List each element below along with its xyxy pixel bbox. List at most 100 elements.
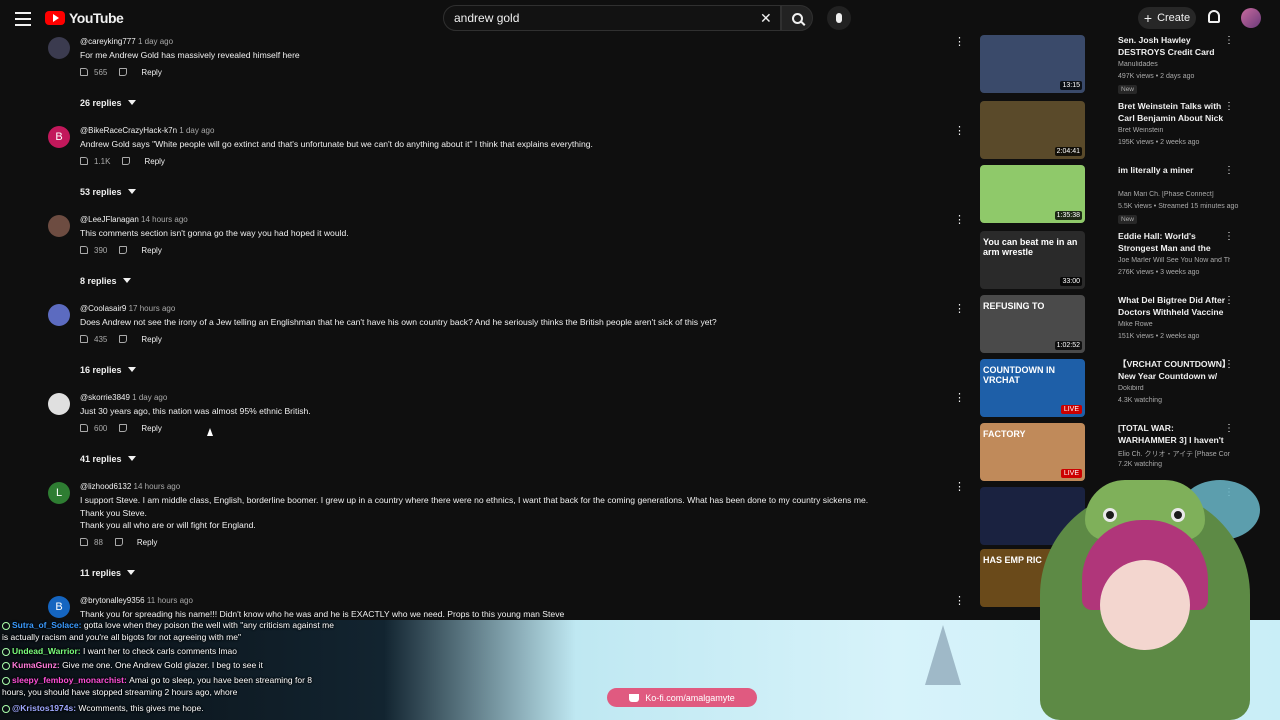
like-icon[interactable]	[80, 538, 88, 546]
view-replies-button[interactable]: 53 replies	[80, 187, 136, 197]
chat-username[interactable]: Undead_Warrior:	[12, 646, 83, 656]
video-more-icon[interactable]: ⋮	[1224, 101, 1234, 112]
like-icon[interactable]	[80, 157, 88, 165]
chat-username[interactable]: Sutra_of_Solace:	[12, 620, 84, 630]
commenter-avatar[interactable]	[48, 393, 70, 415]
comment-more-icon[interactable]: ⋮	[954, 596, 965, 607]
chat-username[interactable]: @Kristos1974s:	[12, 703, 78, 713]
video-more-icon[interactable]: ⋮	[1224, 231, 1234, 242]
video-title[interactable]: What Del Bigtree Did After Doctors Withh…	[1118, 295, 1230, 319]
like-icon[interactable]	[80, 335, 88, 343]
video-title[interactable]: Eddie Hall: World's Strongest Man and th…	[1118, 231, 1230, 255]
comment-time[interactable]: 14 hours ago	[139, 215, 188, 224]
related-video-card[interactable]: 1:35:38 im literally a miner Mari Mari Ch.…	[980, 165, 1238, 225]
video-channel[interactable]: Dokibird	[1118, 385, 1230, 392]
video-more-icon[interactable]: ⋮	[1224, 295, 1234, 306]
dislike-icon[interactable]	[119, 246, 128, 254]
video-channel[interactable]: Joe Marler Will See You Now and The Go..…	[1118, 257, 1230, 264]
comment-more-icon[interactable]: ⋮	[954, 126, 965, 137]
comment-time[interactable]: 1 day ago	[177, 126, 214, 135]
related-video-card[interactable]: COUNTDOWN IN VRCHAT LIVE 【VRCHAT COUNTDOWN…	[980, 359, 1234, 419]
reply-button[interactable]: Reply	[144, 157, 164, 166]
comment-more-icon[interactable]: ⋮	[954, 37, 965, 48]
comment-more-icon[interactable]: ⋮	[954, 482, 965, 493]
comment-time[interactable]: 11 hours ago	[145, 596, 193, 605]
video-title[interactable]: [TOTAL WAR: WARHAMMER 3] I haven't playe…	[1118, 423, 1230, 447]
hamburger-menu-icon[interactable]	[12, 8, 34, 30]
video-channel[interactable]: Manulidades	[1118, 61, 1230, 68]
comment-text-line: I support Steve. I am middle class, Engl…	[80, 495, 869, 505]
comment-author[interactable]: @Coolasair9	[80, 304, 126, 313]
video-more-icon[interactable]: ⋮	[1224, 359, 1234, 370]
comment-author[interactable]: @lizhood6132	[80, 482, 131, 491]
comment-author[interactable]: @careyking777	[80, 37, 136, 46]
view-replies-button[interactable]: 41 replies	[80, 454, 136, 464]
related-video-card[interactable]: 13:15 Sen. Josh Hawley DESTROYS Credit Ca…	[980, 35, 1234, 95]
chat-username[interactable]: sleepy_femboy_monarchist:	[12, 675, 129, 685]
reply-button[interactable]: Reply	[141, 68, 161, 77]
reply-button[interactable]: Reply	[141, 424, 161, 433]
reply-button[interactable]: Reply	[137, 538, 157, 547]
video-thumbnail[interactable]: REFUSING TO 1:02:52	[980, 295, 1085, 353]
account-avatar[interactable]	[1241, 8, 1261, 28]
comment-time[interactable]: 17 hours ago	[126, 304, 176, 313]
commenter-avatar[interactable]	[48, 304, 70, 326]
comment-more-icon[interactable]: ⋮	[954, 215, 965, 226]
video-more-icon[interactable]: ⋮	[1224, 423, 1234, 434]
reply-button[interactable]: Reply	[141, 335, 161, 344]
comment-author[interactable]: @skorrie3849	[80, 393, 130, 402]
create-button[interactable]: + Create	[1138, 7, 1196, 29]
video-channel[interactable]: Bret Weinstein	[1118, 127, 1230, 134]
youtube-logo[interactable]: YouTube	[45, 10, 124, 26]
comment-more-icon[interactable]: ⋮	[954, 393, 965, 404]
dislike-icon[interactable]	[119, 424, 128, 432]
chat-username[interactable]: KumaGunz:	[12, 660, 62, 670]
notifications-bell-icon[interactable]	[1208, 10, 1220, 23]
dislike-icon[interactable]	[119, 335, 128, 343]
commenter-avatar[interactable]: B	[48, 596, 70, 618]
like-icon[interactable]	[80, 68, 88, 76]
video-thumbnail[interactable]: COUNTDOWN IN VRCHAT LIVE	[980, 359, 1085, 417]
view-replies-button[interactable]: 16 replies	[80, 365, 136, 375]
commenter-avatar[interactable]	[48, 215, 70, 237]
commenter-avatar[interactable]: L	[48, 482, 70, 504]
related-video-card[interactable]: You can beat me in an arm wrestle 33:00 Ed…	[980, 231, 1234, 291]
video-channel[interactable]: Elio Ch. クリオ・アイテ [Phase Connect]	[1118, 449, 1230, 459]
comment-author[interactable]: @brytonalley9356	[80, 596, 145, 605]
reply-button[interactable]: Reply	[141, 246, 161, 255]
like-icon[interactable]	[80, 424, 88, 432]
comment-author[interactable]: @LeeJFlanagan	[80, 215, 139, 224]
dislike-icon[interactable]	[114, 538, 123, 546]
related-video-card[interactable]: REFUSING TO 1:02:52 What Del Bigtree Did A…	[980, 295, 1234, 355]
related-video-card[interactable]: 2:04:41 Bret Weinstein Talks with Carl Be…	[980, 101, 1234, 161]
like-icon[interactable]	[80, 246, 88, 254]
dislike-icon[interactable]	[119, 68, 128, 76]
comment-more-icon[interactable]: ⋮	[954, 304, 965, 315]
video-channel[interactable]: Mike Rowe	[1118, 321, 1230, 328]
video-thumbnail[interactable]: You can beat me in an arm wrestle 33:00	[980, 231, 1085, 289]
video-channel[interactable]: Mari Mari Ch. [Phase Connect]	[1118, 191, 1230, 198]
video-thumbnail[interactable]: 13:15	[980, 35, 1085, 93]
search-button[interactable]	[781, 5, 813, 31]
video-title[interactable]: im literally a miner	[1118, 165, 1230, 177]
video-more-icon[interactable]: ⋮	[1224, 35, 1234, 46]
clear-search-icon[interactable]: ✕	[760, 10, 772, 27]
commenter-avatar[interactable]	[48, 37, 70, 59]
voice-search-button[interactable]	[827, 6, 851, 30]
dislike-icon[interactable]	[122, 157, 131, 165]
commenter-avatar[interactable]: B	[48, 126, 70, 148]
comment-time[interactable]: 14 hours ago	[131, 482, 181, 491]
view-replies-button[interactable]: 11 replies	[80, 568, 136, 578]
comment-time[interactable]: 1 day ago	[130, 393, 167, 402]
search-input[interactable]: andrew gold	[443, 5, 781, 31]
comment-time[interactable]: 1 day ago	[136, 37, 173, 46]
video-more-icon[interactable]: ⋮	[1224, 165, 1234, 176]
comment-author[interactable]: @BikeRaceCrazyHack-k7n	[80, 126, 177, 135]
view-replies-button[interactable]: 8 replies	[80, 276, 131, 286]
video-title[interactable]: 【VRCHAT COUNTDOWN】New Year Countdown w/ …	[1118, 359, 1230, 383]
video-title[interactable]: Bret Weinstein Talks with Carl Benjamin …	[1118, 101, 1230, 125]
view-replies-button[interactable]: 26 replies	[80, 98, 136, 108]
video-thumbnail[interactable]: 1:35:38	[980, 165, 1085, 223]
video-thumbnail[interactable]: 2:04:41	[980, 101, 1085, 159]
video-title[interactable]: Sen. Josh Hawley DESTROYS Credit Card Ca…	[1118, 35, 1230, 59]
